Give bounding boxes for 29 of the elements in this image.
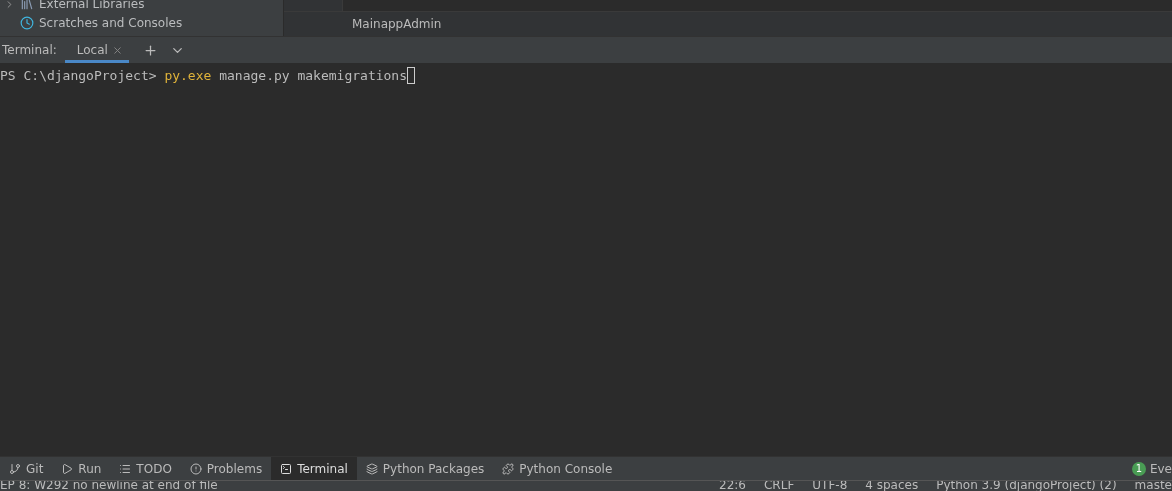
tool-window-tab[interactable]: Run (52, 457, 111, 480)
tree-item[interactable]: Scratches and Consoles (39, 16, 183, 30)
tool-window-tab[interactable]: Python Packages (356, 457, 494, 480)
event-log-tab[interactable]: Eve (1149, 461, 1172, 476)
command: py.exe (164, 68, 213, 83)
tool-window-tab[interactable]: Problems (180, 457, 272, 480)
terminal-icon (280, 462, 293, 475)
breadcrumb[interactable]: MainappAdmin (352, 17, 442, 31)
prompt: PS C:\djangoProject> (0, 68, 158, 83)
puzzle-icon (502, 462, 515, 475)
git-branch[interactable]: maste (1134, 481, 1172, 491)
play-icon (61, 462, 74, 475)
status-item[interactable]: 4 spaces (865, 481, 919, 491)
library-icon (20, 0, 34, 11)
list-icon (119, 462, 132, 475)
clock-icon (20, 16, 34, 30)
layers-icon (365, 462, 378, 475)
close-icon[interactable] (111, 44, 123, 56)
command-args: manage.py makemigrations (219, 68, 407, 83)
tool-window-tab[interactable]: Python Console (493, 457, 622, 480)
tool-window-tab[interactable]: Git (0, 457, 53, 480)
add-icon[interactable] (142, 42, 158, 58)
tool-window-tab[interactable]: TODO (110, 457, 181, 480)
branch-icon (9, 462, 21, 475)
text-cursor (407, 67, 415, 84)
tool-window-tab[interactable]: Terminal (271, 457, 357, 480)
terminal-title: Terminal: (2, 43, 57, 57)
event-count-badge[interactable]: 1 (1131, 461, 1146, 476)
exclamation-icon (189, 462, 202, 475)
